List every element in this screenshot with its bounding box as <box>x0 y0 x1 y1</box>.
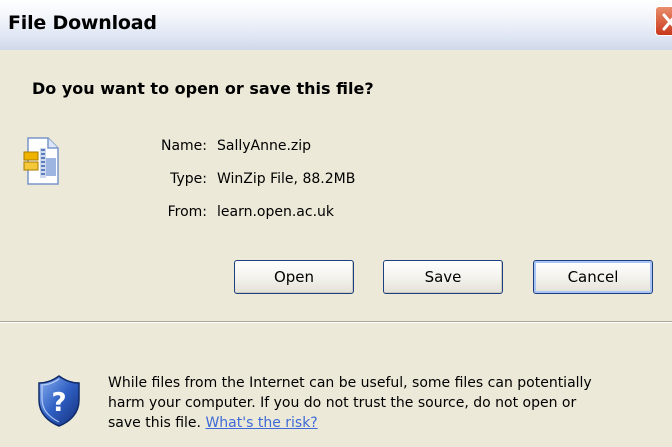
from-label: From: <box>167 204 207 220</box>
security-warning: While files from the Internet can be use… <box>108 373 672 433</box>
warning-line-2: harm your computer. If you do not trust … <box>108 395 577 411</box>
whats-the-risk-link[interactable]: What's the risk? <box>205 415 317 431</box>
name-label: Name: <box>160 138 207 154</box>
warning-line-3: save this file. What's the risk? <box>108 413 672 433</box>
name-value: SallyAnne.zip <box>217 138 312 154</box>
warning-line-3-text: save this file. <box>108 415 206 431</box>
window-title: File Download <box>8 12 157 34</box>
from-value: learn.open.ac.uk <box>217 204 335 220</box>
open-button[interactable]: Open <box>234 260 354 294</box>
close-icon <box>662 13 672 31</box>
type-label: Type: <box>170 171 207 187</box>
cancel-button[interactable]: Cancel <box>533 260 653 294</box>
divider-highlight <box>0 322 672 323</box>
warning-line-1: While files from the Internet can be use… <box>108 375 592 391</box>
shield-question-icon: ? <box>38 375 80 427</box>
svg-text:?: ? <box>51 388 66 418</box>
type-value: WinZip File, 88.2MB <box>217 171 356 187</box>
zip-file-icon <box>23 137 59 185</box>
dialog-question: Do you want to open or save this file? <box>32 79 374 98</box>
save-button[interactable]: Save <box>383 260 503 294</box>
close-button[interactable] <box>655 6 672 36</box>
title-bar[interactable]: File Download <box>0 0 672 50</box>
